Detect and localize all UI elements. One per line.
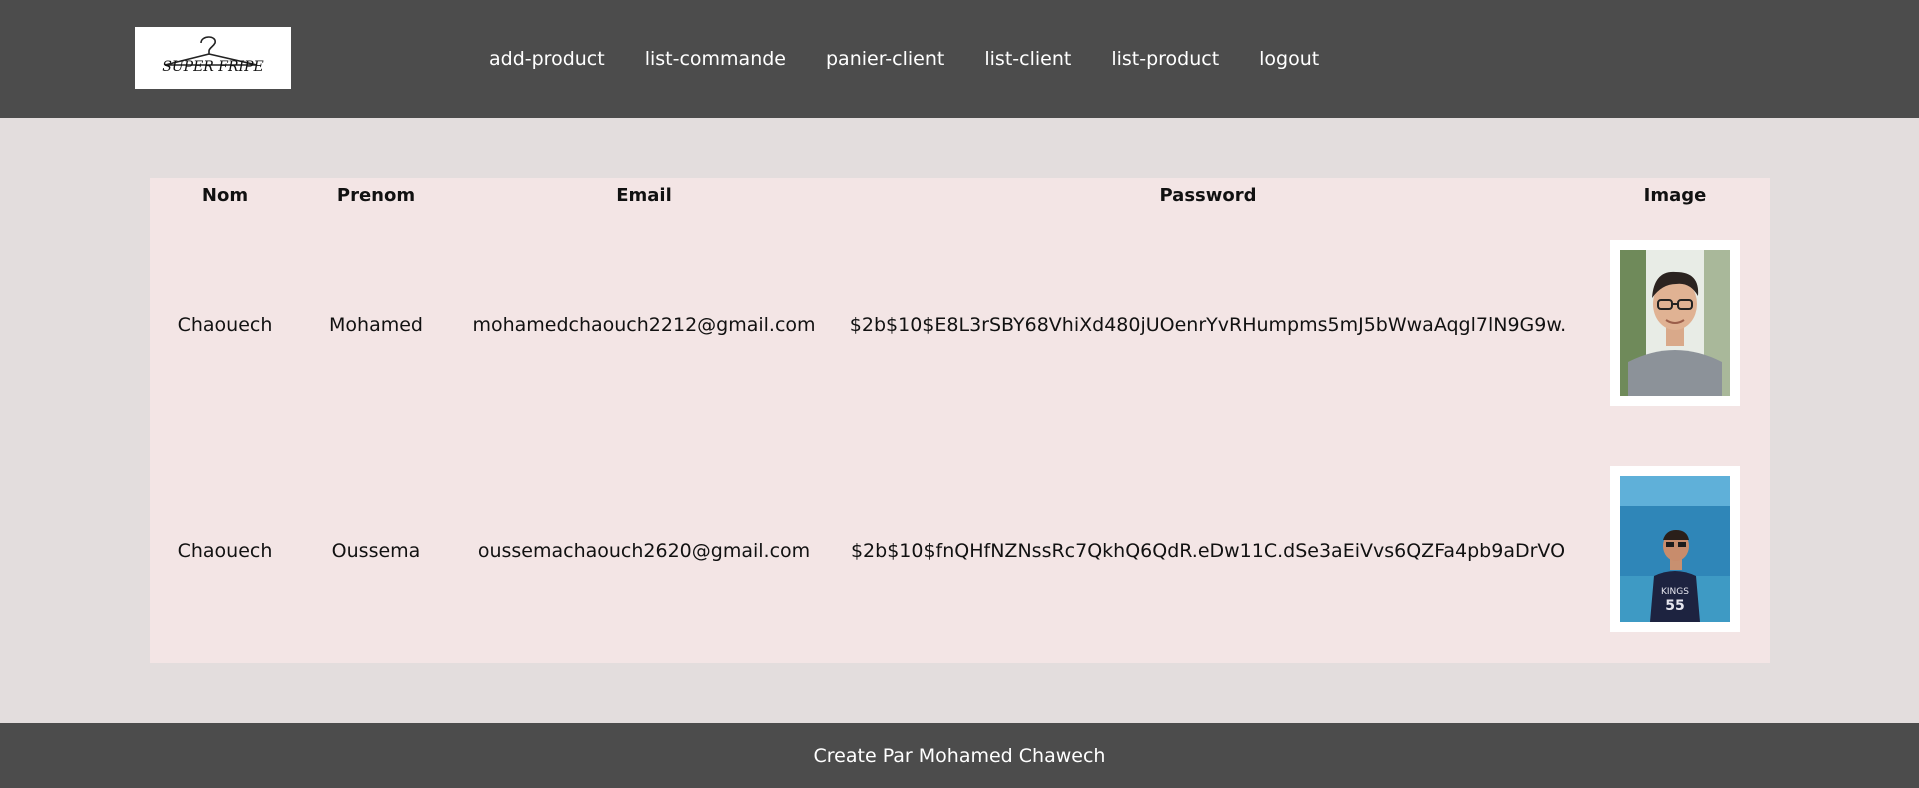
cell-prenom: Mohamed bbox=[329, 314, 423, 336]
cell-password: $2b$10$E8L3rSBY68VhiXd480jUOenrYvRHumpms… bbox=[849, 314, 1567, 336]
hanger-logo-icon: SUPER FRIPE bbox=[162, 36, 264, 75]
svg-text:KINGS: KINGS bbox=[1661, 587, 1689, 597]
header-prenom: Prenom bbox=[336, 184, 416, 206]
top-navbar: SUPER FRIPE add-product list-commande pa… bbox=[0, 0, 1919, 118]
logo-text: SUPER FRIPE bbox=[162, 59, 263, 75]
user-photo-frame bbox=[1610, 239, 1740, 406]
table-header-row: Nom Prenom Email Password Image bbox=[150, 178, 1770, 212]
cell-nom: Chaouech bbox=[177, 314, 273, 336]
nav-list-product[interactable]: list-product bbox=[1111, 48, 1219, 70]
nav-add-product[interactable]: add-product bbox=[489, 48, 605, 70]
header-password: Password bbox=[1159, 184, 1257, 206]
table-row: Chaouech Mohamed mohamedchaouch2212@gmai… bbox=[150, 212, 1770, 438]
main-nav: add-product list-commande panier-client … bbox=[489, 0, 1359, 118]
cell-email: mohamedchaouch2212@gmail.com bbox=[472, 314, 816, 336]
cell-prenom: Oussema bbox=[331, 540, 421, 562]
cell-email: oussemachaouch2620@gmail.com bbox=[477, 540, 811, 562]
cell-image bbox=[1580, 212, 1770, 438]
table-row: Chaouech Oussema oussemachaouch2620@gmai… bbox=[150, 438, 1770, 664]
nav-panier-client[interactable]: panier-client bbox=[826, 48, 944, 70]
clients-table: Nom Prenom Email Password Image Chaouech… bbox=[150, 178, 1770, 664]
cell-nom: Chaouech bbox=[177, 540, 273, 562]
nav-list-client[interactable]: list-client bbox=[984, 48, 1071, 70]
nav-list-commande[interactable]: list-commande bbox=[645, 48, 786, 70]
cell-image: KINGS 55 bbox=[1580, 438, 1770, 664]
page-footer: Create Par Mohamed Chawech bbox=[0, 723, 1919, 788]
user-photo-icon bbox=[1620, 249, 1730, 396]
header-image: Image bbox=[1643, 184, 1707, 206]
nav-logout[interactable]: logout bbox=[1259, 48, 1319, 70]
user-photo-frame: KINGS 55 bbox=[1610, 465, 1740, 632]
cell-password: $2b$10$fnQHfNZNssRc7QkhQ6QdR.eDw11C.dSe3… bbox=[850, 540, 1566, 562]
header-nom: Nom bbox=[201, 184, 249, 206]
header-email: Email bbox=[616, 184, 672, 206]
user-photo-icon: KINGS 55 bbox=[1620, 475, 1730, 622]
brand-logo[interactable]: SUPER FRIPE bbox=[135, 27, 291, 89]
clients-table-container: Nom Prenom Email Password Image Chaouech… bbox=[150, 178, 1770, 663]
footer-text: Create Par Mohamed Chawech bbox=[813, 744, 1106, 767]
svg-text:55: 55 bbox=[1665, 598, 1684, 614]
